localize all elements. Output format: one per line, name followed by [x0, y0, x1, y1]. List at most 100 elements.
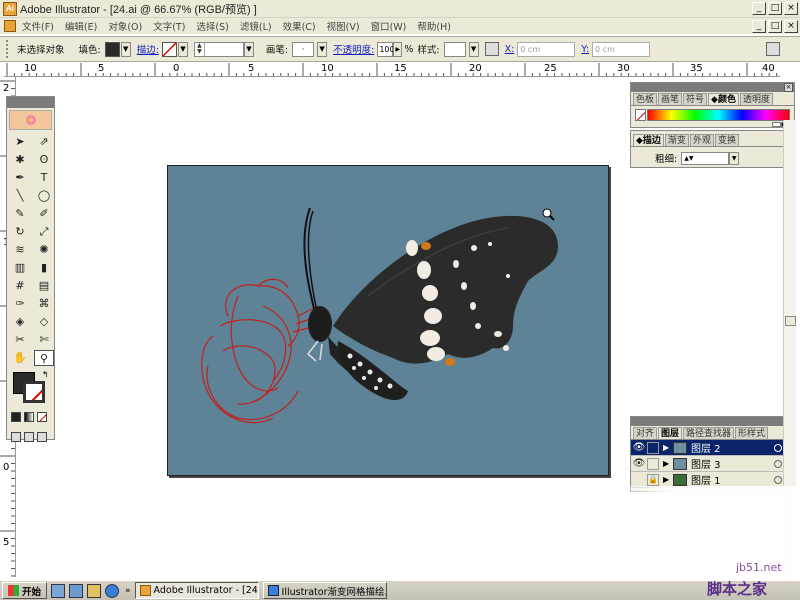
menu-help[interactable]: 帮助(H): [417, 19, 451, 33]
fill-stroke-control[interactable]: ↰: [10, 370, 51, 406]
gradient-button[interactable]: [24, 412, 34, 422]
pencil-tool[interactable]: ✐: [34, 206, 54, 222]
zoom-tool[interactable]: ⚲: [34, 350, 54, 366]
tab-swatches[interactable]: 色板: [633, 93, 658, 105]
fill-dropdown[interactable]: ▼: [120, 41, 131, 57]
tab-transparency[interactable]: 透明度: [739, 93, 773, 105]
control-bar-grip[interactable]: [6, 40, 12, 58]
document-icon[interactable]: [4, 20, 16, 32]
screen-mode-full[interactable]: [37, 432, 47, 442]
line-tool[interactable]: ╲: [10, 188, 30, 204]
live-paint-tool[interactable]: ◈: [10, 314, 30, 330]
menu-edit[interactable]: 编辑(E): [65, 19, 97, 33]
lock-toggle[interactable]: [647, 457, 659, 470]
opacity-input[interactable]: 100: [377, 41, 395, 57]
fill-swatch[interactable]: [104, 41, 120, 57]
tab-pathfinder[interactable]: 路径查找器: [683, 427, 735, 439]
stroke-swatch[interactable]: [161, 41, 177, 57]
target-icon[interactable]: [774, 444, 782, 452]
tab-align[interactable]: 对齐: [633, 427, 658, 439]
stroke-weight-field[interactable]: ▲ ▼: [193, 41, 244, 57]
selection-arrow-tool[interactable]: ➤: [10, 134, 30, 150]
magic-wand-tool[interactable]: ✱: [10, 152, 30, 168]
desktop-quicklaunch-icon[interactable]: [51, 583, 66, 598]
screen-mode-full-menu[interactable]: [24, 432, 34, 442]
menu-effect[interactable]: 效果(C): [283, 19, 316, 33]
menu-file[interactable]: 文件(F): [22, 19, 54, 33]
quicklaunch-more-icon[interactable]: »: [125, 586, 131, 596]
tab-transform[interactable]: 变换: [714, 134, 739, 146]
expand-triangle-icon[interactable]: ▶: [663, 443, 671, 452]
y-field[interactable]: 0 cm: [592, 41, 651, 57]
minimize-button[interactable]: _: [752, 2, 766, 15]
x-field[interactable]: 0 cm: [517, 41, 576, 57]
tab-layers[interactable]: 图层: [658, 427, 683, 439]
tab-gradient[interactable]: 渐变: [664, 134, 689, 146]
tab-graphic-styles[interactable]: 形样式: [735, 427, 769, 439]
style-dropdown[interactable]: ▼: [468, 41, 479, 57]
maximize-button[interactable]: □: [768, 2, 782, 15]
color-button[interactable]: [11, 412, 21, 422]
doc-close-button[interactable]: ×: [784, 20, 798, 33]
lasso-tool[interactable]: ʘ: [34, 152, 54, 168]
tab-color[interactable]: ◆颜色: [708, 93, 739, 105]
brush-picker[interactable]: ·: [292, 41, 315, 57]
eyedropper-tool[interactable]: ✑: [10, 296, 30, 312]
live-paint-select-tool[interactable]: ◇: [34, 314, 54, 330]
panel-close-button[interactable]: ×: [784, 83, 793, 92]
stroke-dropdown[interactable]: ▼: [177, 41, 188, 57]
ie-quicklaunch-icon[interactable]: [105, 583, 120, 598]
layer-row[interactable]: 👁 ▶ 图层 2: [631, 440, 794, 456]
none-button[interactable]: [37, 412, 47, 422]
scale-tool[interactable]: ⤢: [34, 224, 54, 240]
eye-icon[interactable]: 👁: [631, 456, 647, 472]
menu-view[interactable]: 视图(V): [327, 19, 360, 33]
expand-triangle-icon[interactable]: ▶: [663, 459, 671, 468]
close-button[interactable]: ×: [784, 2, 798, 15]
paintbrush-tool[interactable]: ✎: [10, 206, 30, 222]
eye-icon[interactable]: 👁: [631, 440, 647, 456]
weight-input[interactable]: ▲▼: [681, 151, 730, 165]
start-button[interactable]: 开始: [2, 582, 48, 599]
none-color-swatch[interactable]: [635, 109, 646, 121]
column-graph-tool[interactable]: ▮: [34, 260, 54, 276]
taskbar-item-illustrator[interactable]: Adobe Illustrator - [24.ai ...: [134, 582, 259, 599]
gradient-tool[interactable]: ▤: [34, 278, 54, 294]
weight-dropdown[interactable]: ▼: [729, 151, 740, 165]
doc-restore-button[interactable]: □: [768, 20, 782, 33]
blend-tool[interactable]: ⌘: [34, 296, 54, 312]
color-panel-titlebar[interactable]: ×: [631, 83, 794, 92]
tab-brushes[interactable]: 画笔: [658, 93, 683, 105]
lock-icon[interactable]: 🔒: [647, 473, 659, 486]
menu-object[interactable]: 对象(O): [108, 19, 142, 33]
graph-tool[interactable]: ▥: [10, 260, 30, 276]
tab-symbols[interactable]: 符号: [683, 93, 708, 105]
hand-tool[interactable]: ✋: [10, 350, 30, 366]
type-tool[interactable]: T: [34, 170, 54, 186]
graphic-style-picker[interactable]: [443, 41, 466, 57]
warp-tool[interactable]: ≋: [10, 242, 30, 258]
stroke-label[interactable]: 描边:: [137, 42, 159, 56]
opacity-label[interactable]: 不透明度:: [333, 42, 374, 56]
menu-filter[interactable]: 滤镜(L): [240, 19, 272, 33]
layers-panel-titlebar[interactable]: ×: [631, 417, 794, 426]
opacity-slider-button[interactable]: ▶: [393, 41, 403, 57]
menu-type[interactable]: 文字(T): [153, 19, 185, 33]
target-icon[interactable]: [774, 460, 782, 468]
scissors-tool[interactable]: ✄: [34, 332, 54, 348]
white-swatch[interactable]: [772, 122, 781, 127]
artboard[interactable]: [167, 165, 609, 476]
expand-triangle-icon[interactable]: ▶: [663, 475, 671, 484]
stroke-weight-dropdown[interactable]: ▼: [243, 41, 254, 57]
tab-stroke[interactable]: ◆描边: [633, 134, 664, 146]
layer-row[interactable]: 👁 ▶ 图层 3: [631, 456, 794, 472]
ellipse-tool[interactable]: ◯: [34, 188, 54, 204]
swap-icon[interactable]: ↰: [42, 370, 49, 379]
taskbar-item-tutorial[interactable]: Illustrator渐变网格描绘...: [262, 582, 387, 599]
rotate-tool[interactable]: ↻: [10, 224, 30, 240]
menu-window[interactable]: 窗口(W): [371, 19, 407, 33]
menu-select[interactable]: 选择(S): [196, 19, 228, 33]
scrollbar-thumb[interactable]: [785, 316, 796, 326]
palette-menu-icon[interactable]: [766, 42, 781, 56]
tools-panel-titlebar[interactable]: [7, 97, 54, 108]
